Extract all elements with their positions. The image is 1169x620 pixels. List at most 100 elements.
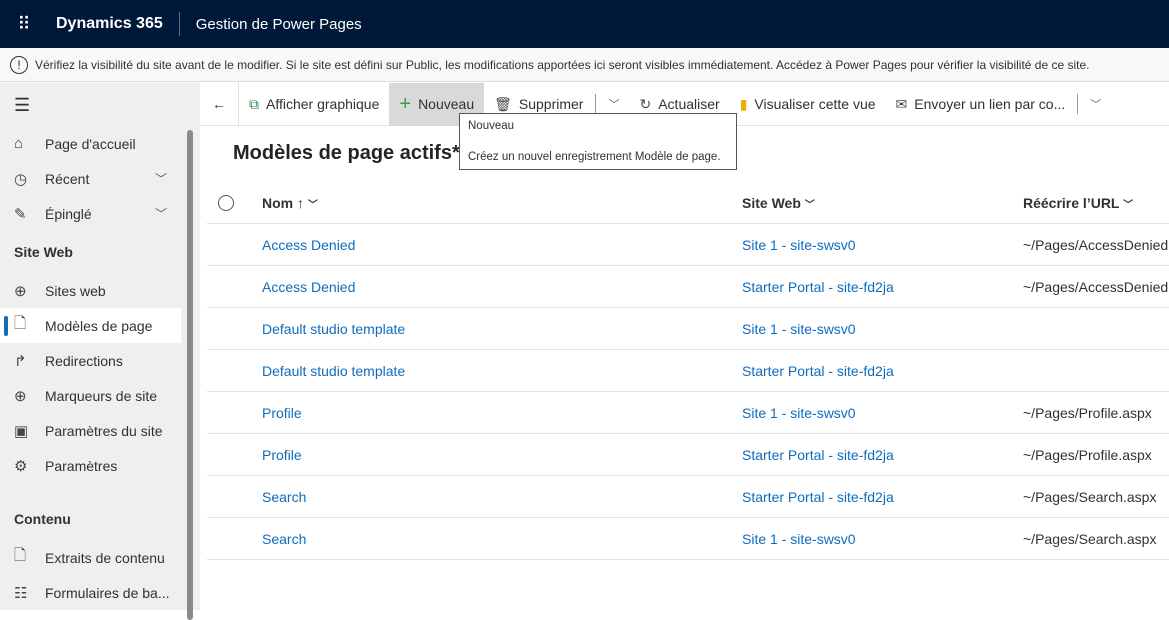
- select-all-checkbox[interactable]: [218, 195, 234, 211]
- chevron-down-icon: ﹀: [804, 200, 815, 211]
- label: Nom ↑: [262, 195, 304, 211]
- label: Nouveau: [418, 96, 475, 112]
- record-name-link[interactable]: Search: [262, 489, 306, 505]
- table-row[interactable]: Search Starter Portal - site-fd2ja ~/Pages…: [207, 476, 1169, 518]
- sidebar-item-home[interactable]: ⌂ Page d'accueil: [0, 126, 181, 161]
- form-icon: ☷: [14, 584, 28, 602]
- site-link[interactable]: Starter Portal - site-fd2ja: [742, 363, 894, 379]
- label: Supprimer: [518, 96, 584, 112]
- label: Modèles de page: [45, 317, 153, 334]
- record-name-link[interactable]: Access Denied: [262, 279, 355, 295]
- notice-text: Vérifiez la visibilité du site avant de …: [35, 57, 1090, 72]
- tooltip: Nouveau Créez un nouvel enregistrement M…: [459, 113, 737, 170]
- sidebar-scrollbar[interactable]: [187, 130, 193, 620]
- label: Extraits de contenu: [45, 549, 165, 566]
- code-file-icon: 🗋: [14, 547, 27, 564]
- site-link[interactable]: Site 1 - site-swsv0: [742, 321, 856, 337]
- site-link[interactable]: Starter Portal - site-fd2ja: [742, 447, 894, 463]
- label: Page d'accueil: [45, 135, 136, 152]
- table-row[interactable]: Profile Site 1 - site-swsv0 ~/Pages/Profil…: [207, 392, 1169, 434]
- chevron-down-icon: ﹀: [608, 99, 620, 111]
- label: Site Web: [742, 195, 801, 211]
- site-link[interactable]: Site 1 - site-swsv0: [742, 237, 856, 253]
- record-name-link[interactable]: Profile: [262, 405, 302, 421]
- chevron-down-icon[interactable]: ﹀: [155, 205, 167, 222]
- email-link-icon: ✉: [895, 95, 908, 112]
- grid-header: Nom ↑ ﹀ Site Web ﹀ Réécrire l’URL ﹀: [207, 182, 1169, 224]
- home-icon: ⌂: [14, 135, 24, 152]
- rewrite-url: ~/Pages/Search.aspx: [1023, 489, 1157, 505]
- chevron-down-icon[interactable]: ﹀: [155, 170, 167, 187]
- table-row[interactable]: Search Site 1 - site-swsv0 ~/Pages/Search.…: [207, 518, 1169, 560]
- sidebar-item-pinned[interactable]: ✎ Épinglé ﹀: [0, 196, 181, 231]
- record-name-link[interactable]: Default studio template: [262, 321, 405, 337]
- record-name-link[interactable]: Default studio template: [262, 363, 405, 379]
- hamburger-icon[interactable]: ☰: [14, 95, 30, 116]
- rewrite-url: ~/Pages/AccessDenied.: [1023, 279, 1169, 295]
- tooltip-title: Nouveau: [468, 120, 515, 132]
- chevron-down-icon: ﹀: [1090, 99, 1102, 111]
- label: Marqueurs de site: [45, 387, 158, 404]
- divider: [1077, 94, 1079, 114]
- record-name-link[interactable]: Profile: [262, 447, 302, 463]
- site-link[interactable]: Site 1 - site-swsv0: [742, 405, 856, 421]
- sidebar: ☰ ⌂ Page d'accueil ◷ Récent ﹀ ✎ Épinglé ﹀ Sit…: [0, 83, 200, 620]
- divider: [595, 94, 597, 114]
- tooltip-description: Créez un nouvel enregistrement Modèle de…: [468, 151, 721, 163]
- info-icon: !: [10, 55, 28, 74]
- email-link-button[interactable]: ✉ Envoyer un lien par co...: [886, 83, 1076, 126]
- site-link[interactable]: Starter Portal - site-fd2ja: [742, 279, 894, 295]
- sidebar-item-page-templates[interactable]: 🗋 Modèles de page: [0, 308, 181, 343]
- sidebar-item-forms[interactable]: ☷ Formulaires de ba...: [0, 575, 181, 610]
- app-name: Gestion de Power Pages: [195, 15, 362, 33]
- sidebar-item-settings[interactable]: ⚙ Paramètres: [0, 448, 181, 483]
- records-grid: Nom ↑ ﹀ Site Web ﹀ Réécrire l’URL ﹀ Acce…: [207, 182, 1169, 560]
- label: Récent: [45, 170, 90, 187]
- record-name-link[interactable]: Access Denied: [262, 237, 355, 253]
- label: Paramètres: [45, 457, 118, 474]
- label: Sites web: [45, 282, 106, 299]
- site-link[interactable]: Starter Portal - site-fd2ja: [742, 489, 894, 505]
- record-name-link[interactable]: Search: [262, 531, 306, 547]
- label: Épinglé: [45, 205, 92, 222]
- site-settings-icon: ▣: [14, 422, 29, 440]
- sidebar-item-redirects[interactable]: ↱ Redirections: [0, 343, 181, 378]
- rewrite-url: ~/Pages/Profile.aspx: [1023, 405, 1152, 421]
- column-header-site[interactable]: Site Web ﹀: [742, 195, 815, 211]
- back-button[interactable]: ←: [200, 82, 239, 126]
- sidebar-item-recent[interactable]: ◷ Récent ﹀: [0, 161, 181, 196]
- site-link[interactable]: Site 1 - site-swsv0: [742, 531, 856, 547]
- back-arrow-icon: ←: [212, 96, 226, 112]
- table-row[interactable]: Default studio template Site 1 - site-sws…: [207, 308, 1169, 350]
- redirect-icon: ↱: [14, 352, 27, 370]
- show-chart-button[interactable]: ⧉ Afficher graphique: [239, 83, 389, 126]
- table-row[interactable]: Access Denied Starter Portal - site-fd2ja…: [207, 266, 1169, 308]
- globe-star-icon: ⊕: [14, 387, 27, 405]
- sidebar-item-site-settings[interactable]: ▣ Paramètres du site: [0, 413, 181, 448]
- top-bar: ⠿ Dynamics 365 Gestion de Power Pages: [0, 0, 1169, 48]
- power-bi-icon: ▮: [739, 95, 748, 112]
- section-content: Contenu: [14, 511, 71, 527]
- page-icon: 🗋: [14, 315, 27, 332]
- column-header-url[interactable]: Réécrire l’URL ﹀: [1023, 195, 1133, 211]
- rewrite-url: ~/Pages/AccessDenied.: [1023, 237, 1169, 253]
- more-commands-chevron[interactable]: ﹀: [1080, 83, 1111, 126]
- column-header-name[interactable]: Nom ↑ ﹀: [262, 195, 318, 211]
- label: Réécrire l’URL: [1023, 195, 1120, 211]
- view-title[interactable]: Modèles de page actifs*: [233, 142, 460, 165]
- table-row[interactable]: Access Denied Site 1 - site-swsv0 ~/Pages/…: [207, 224, 1169, 266]
- sidebar-item-snippets[interactable]: 🗋 Extraits de contenu: [0, 540, 181, 575]
- chart-icon: ⧉: [249, 95, 259, 112]
- table-row[interactable]: Default studio template Starter Portal - …: [207, 350, 1169, 392]
- table-row[interactable]: Profile Starter Portal - site-fd2ja ~/Page…: [207, 434, 1169, 476]
- section-site-web: Site Web: [14, 244, 73, 260]
- notice-bar: ! Vérifiez la visibilité du site avant d…: [0, 48, 1169, 82]
- brand[interactable]: Dynamics 365: [56, 12, 180, 36]
- sidebar-item-site-markers[interactable]: ⊕ Marqueurs de site: [0, 378, 181, 413]
- app-launcher-icon[interactable]: ⠿: [0, 14, 48, 35]
- label: Envoyer un lien par co...: [914, 96, 1066, 112]
- sidebar-item-sites[interactable]: ⊕ Sites web: [0, 273, 181, 308]
- visualize-button[interactable]: ▮ Visualiser cette vue: [730, 83, 886, 126]
- label: Visualiser cette vue: [754, 96, 876, 112]
- plus-icon: +: [399, 92, 412, 115]
